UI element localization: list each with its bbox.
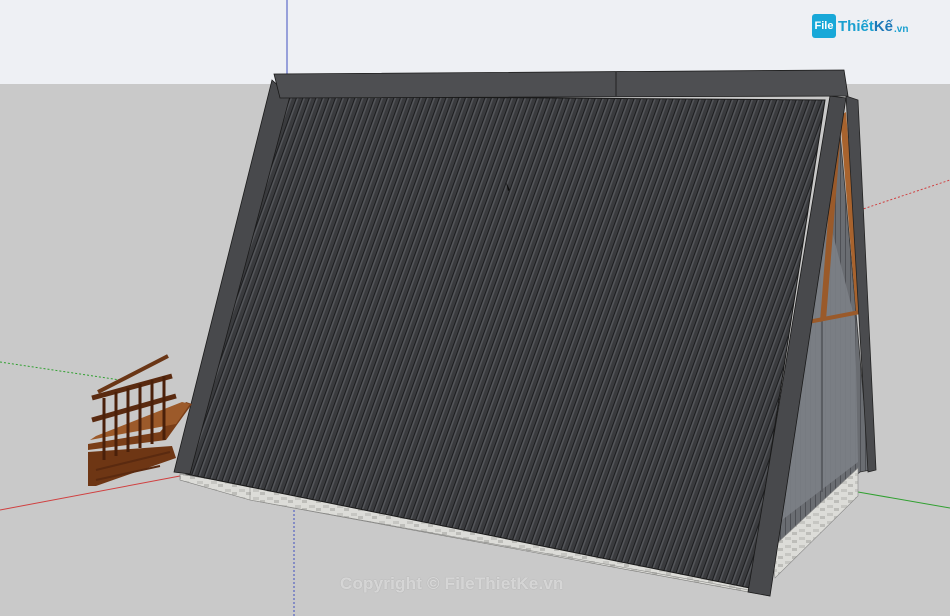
axis-green-dotted [0, 361, 121, 381]
model-scene[interactable] [0, 0, 950, 616]
logo-word: ThiếtKế [838, 18, 893, 35]
ridge-cap [273, 69, 849, 99]
logo-word-b: Kế [873, 17, 894, 35]
filethietke-logo: File ThiếtKế .vn [812, 12, 908, 40]
axis-red-dotted [859, 179, 950, 211]
logo-tld: .vn [894, 23, 909, 35]
copyright-watermark: Copyright © FileThietKe.vn [340, 574, 564, 593]
logo-word-a: Thiết [838, 17, 874, 35]
metal-roof-panel [185, 95, 826, 589]
logo-mark-icon: File [812, 14, 836, 38]
sketchup-viewport[interactable]: File ThiếtKế .vn Copyright © FileThietKe… [0, 0, 950, 616]
axis-green [857, 491, 950, 509]
